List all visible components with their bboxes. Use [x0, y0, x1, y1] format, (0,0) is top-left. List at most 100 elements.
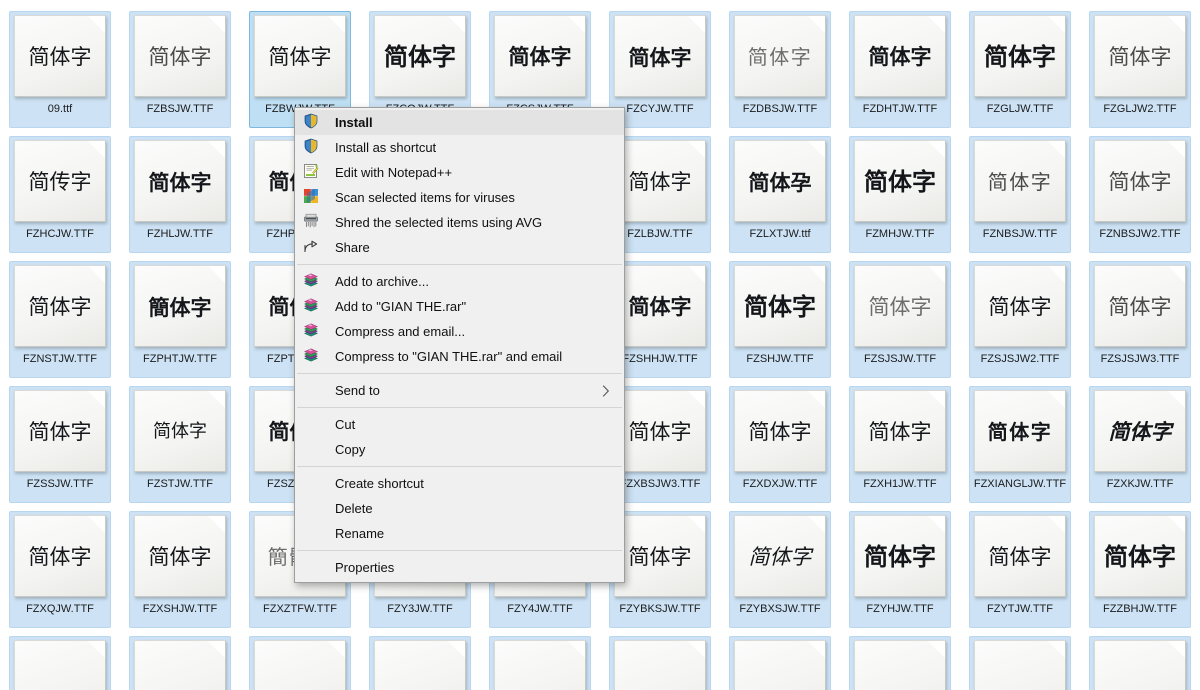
file-tile[interactable]: 简体字 FZHLJW.TTF: [120, 133, 240, 258]
context-menu-item[interactable]: Properties: [295, 555, 624, 580]
font-preview-glyph: 简体字: [868, 44, 932, 69]
context-menu-item[interactable]: Shred the selected items using AVG: [295, 210, 624, 235]
explorer-window: 简体字09.ttf简体字FZBSJW.TTF简体字FZBWJW.TTF简体字FZ…: [0, 0, 1200, 690]
context-menu-item[interactable]: Share: [295, 235, 624, 260]
context-menu-item-label: Install as shortcut: [335, 140, 437, 155]
context-menu[interactable]: Install Install as shortcut Edit with Note…: [294, 107, 625, 583]
file-name-label: FZHLJW.TTF: [147, 228, 213, 240]
file-name-label: FZZBHJW.TTF: [1103, 603, 1177, 615]
file-tile[interactable]: [1080, 633, 1200, 690]
context-menu-item[interactable]: Send to: [295, 378, 624, 403]
file-tile[interactable]: 简体字 FZSSJW.TTF: [0, 383, 120, 508]
context-menu-item[interactable]: Create shortcut: [295, 471, 624, 496]
file-tile[interactable]: [240, 633, 360, 690]
file-tile[interactable]: 简体字 FZSHJW.TTF: [720, 258, 840, 383]
font-preview-glyph: 简体字: [864, 168, 936, 196]
font-preview-thumbnail: [374, 640, 466, 690]
file-name-label: FZSHJW.TTF: [746, 353, 814, 365]
font-preview-thumbnail: 简传字: [14, 140, 106, 222]
font-preview-thumbnail: 简体字: [494, 15, 586, 97]
file-tile[interactable]: 简体字 FZGLJW2.TTF: [1080, 8, 1200, 133]
file-tile[interactable]: 简体字 FZGLJW.TTF: [960, 8, 1080, 133]
font-preview-thumbnail: 简体字: [734, 515, 826, 597]
context-menu-item-label: Add to archive...: [335, 274, 429, 289]
context-menu-item[interactable]: Compress to "GIAN THE.rar" and email: [295, 344, 624, 369]
file-tile[interactable]: 简体字 FZSJSJW3.TTF: [1080, 258, 1200, 383]
file-tile[interactable]: 简体字 FZNSTJW.TTF: [0, 258, 120, 383]
file-tile[interactable]: [360, 633, 480, 690]
file-tile[interactable]: 簡体字 FZPHTJW.TTF: [120, 258, 240, 383]
file-name-label: FZGLJW.TTF: [986, 103, 1054, 115]
file-name-label: FZNBSJW.TTF: [982, 228, 1058, 240]
font-preview-thumbnail: 简体字: [134, 140, 226, 222]
file-tile[interactable]: [120, 633, 240, 690]
file-tile[interactable]: 简体字 FZXH1JW.TTF: [840, 383, 960, 508]
context-menu-item-label: Cut: [335, 417, 356, 432]
font-preview-glyph: 简体字: [987, 170, 1053, 194]
file-tile[interactable]: 简体字 FZZBHJW.TTF: [1080, 508, 1200, 633]
file-tile[interactable]: [600, 633, 720, 690]
menu-separator: [297, 264, 622, 265]
context-menu-item[interactable]: Install as shortcut: [295, 135, 624, 160]
font-preview-glyph: 简体字: [268, 44, 332, 69]
file-tile[interactable]: 简传字 FZHCJW.TTF: [0, 133, 120, 258]
file-tile[interactable]: 简体字 FZSJSJW.TTF: [840, 258, 960, 383]
file-tile[interactable]: 简体字 09.ttf: [0, 8, 120, 133]
font-preview-thumbnail: 简体字: [614, 515, 706, 597]
file-tile[interactable]: [960, 633, 1080, 690]
file-name-label: FZXKJW.TTF: [1106, 478, 1174, 490]
context-menu-item[interactable]: Edit with Notepad++: [295, 160, 624, 185]
context-menu-item-label: Scan selected items for viruses: [335, 190, 515, 205]
file-tile[interactable]: 简体字 FZXKJW.TTF: [1080, 383, 1200, 508]
context-menu-item[interactable]: Add to "GIAN THE.rar": [295, 294, 624, 319]
context-menu-item[interactable]: Cut: [295, 412, 624, 437]
file-tile[interactable]: 简体字 FZMHJW.TTF: [840, 133, 960, 258]
font-preview-glyph: 简体字: [1108, 44, 1172, 69]
file-tile[interactable]: [0, 633, 120, 690]
context-menu-item[interactable]: Copy: [295, 437, 624, 462]
file-tile[interactable]: 简体字 FZXSHJW.TTF: [120, 508, 240, 633]
context-menu-item[interactable]: Scan selected items for viruses: [295, 185, 624, 210]
file-tile[interactable]: 简体字 FZYTJW.TTF: [960, 508, 1080, 633]
file-tile[interactable]: 简体字 FZXQJW.TTF: [0, 508, 120, 633]
context-menu-item[interactable]: Install: [295, 110, 624, 135]
font-preview-glyph: 简体字: [508, 44, 572, 69]
context-menu-item[interactable]: Add to archive...: [295, 269, 624, 294]
file-tile[interactable]: 简体字 FZDBSJW.TTF: [720, 8, 840, 133]
file-name-label: FZSJSJW3.TTF: [1100, 353, 1180, 365]
file-tile[interactable]: 简体字 FZNBSJW.TTF: [960, 133, 1080, 258]
file-tile[interactable]: 简体字 FZBSJW.TTF: [120, 8, 240, 133]
file-tile[interactable]: 简体字 FZYBXSJW.TTF: [720, 508, 840, 633]
winrar-icon: [303, 297, 325, 317]
font-preview-thumbnail: 简体字: [1094, 15, 1186, 97]
font-preview-thumbnail: 简体字: [1094, 515, 1186, 597]
font-preview-thumbnail: 简体字: [974, 390, 1066, 472]
font-preview-glyph: 简体字: [28, 294, 92, 319]
font-preview-glyph: 简体字: [747, 45, 813, 69]
file-tile[interactable]: 简体字 FZNBSJW2.TTF: [1080, 133, 1200, 258]
context-menu-item[interactable]: Rename: [295, 521, 624, 546]
file-tile[interactable]: [480, 633, 600, 690]
context-menu-item[interactable]: Delete: [295, 496, 624, 521]
menu-separator: [297, 407, 622, 408]
font-preview-glyph: 简体字: [148, 544, 212, 569]
file-tile[interactable]: 简体字 FZSTJW.TTF: [120, 383, 240, 508]
file-tile[interactable]: 简体字 FZSJSJW2.TTF: [960, 258, 1080, 383]
file-name-label: FZDHTJW.TTF: [862, 103, 938, 115]
file-tile[interactable]: [840, 633, 960, 690]
font-preview-thumbnail: [134, 640, 226, 690]
font-preview-glyph: 簡体字: [148, 294, 212, 320]
font-preview-glyph: 简体字: [28, 44, 92, 69]
font-preview-glyph: 简体字: [628, 169, 692, 194]
file-tile[interactable]: 简体字 FZDHTJW.TTF: [840, 8, 960, 133]
context-menu-item[interactable]: Compress and email...: [295, 319, 624, 344]
font-preview-thumbnail: 简体字: [734, 390, 826, 472]
file-tile[interactable]: 简体孕 FZLXTJW.ttf: [720, 133, 840, 258]
file-tile[interactable]: 简体字 FZXIANGLJW.TTF: [960, 383, 1080, 508]
font-preview-glyph: 简体字: [744, 293, 816, 321]
context-menu-item-label: Properties: [335, 560, 395, 575]
avg-scan-icon: [303, 188, 325, 208]
file-tile[interactable]: [720, 633, 840, 690]
file-tile[interactable]: 简体字 FZYHJW.TTF: [840, 508, 960, 633]
file-tile[interactable]: 简体字 FZXDXJW.TTF: [720, 383, 840, 508]
